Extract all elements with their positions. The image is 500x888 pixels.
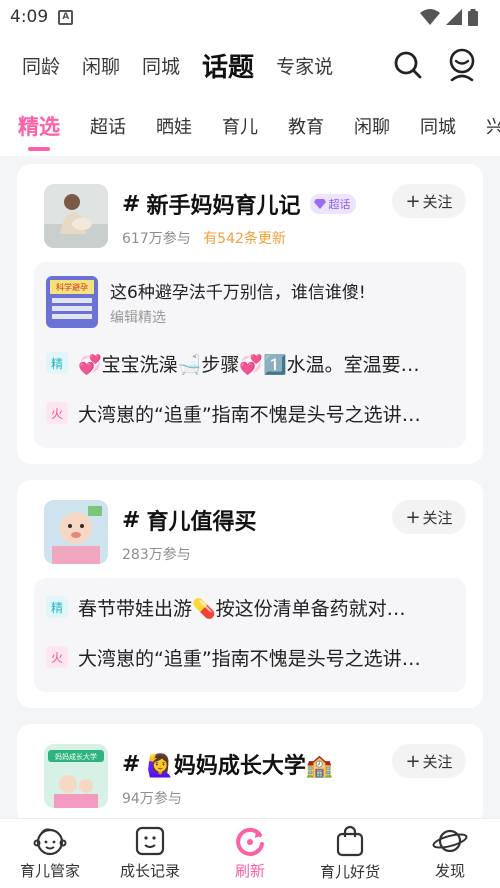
follow-label: 关注 (422, 192, 453, 211)
tab-label: 发现 (434, 862, 465, 880)
follow-button[interactable]: + 关注 (392, 500, 466, 534)
follow-label: 关注 (422, 752, 453, 771)
gem-icon (314, 199, 327, 209)
tab-xianliao[interactable]: 闲聊 (82, 52, 120, 79)
search-button[interactable] (392, 49, 424, 81)
category-shaiwa[interactable]: 晒娃 (156, 113, 192, 139)
participant-count: 617万参与 (122, 231, 191, 247)
editor-pick-label: 编辑精选 (110, 309, 166, 326)
cellular-signal-icon (446, 9, 462, 25)
profile-button[interactable] (446, 48, 478, 82)
wifi-icon (420, 9, 440, 25)
category-yuer[interactable]: 育儿 (222, 113, 258, 139)
shopping-bag-icon (336, 825, 364, 857)
plus-icon: + (405, 190, 421, 212)
follow-button[interactable]: + 关注 (392, 744, 466, 778)
tab-faxian[interactable]: 发现 (400, 819, 500, 888)
editor-pick-title: 这6种避孕法千万别信，谁信谁傻! (110, 282, 366, 303)
post-row[interactable]: 精 春节带娃出游💊按这份清单备药就对… (46, 582, 454, 632)
topic-title: 🙋‍♀️妈妈成长大学🏫 (146, 754, 334, 779)
hash-symbol: # (122, 191, 141, 217)
topic-feed: # 新手妈妈育儿记 超话 617万参与 有542条更新 + 关注 科学避孕 这6… (0, 156, 500, 824)
topic-title: 育儿值得买 (146, 510, 257, 535)
tab-label: 成长记录 (119, 862, 180, 880)
topic-card[interactable]: # 新手妈妈育儿记 超话 617万参与 有542条更新 + 关注 科学避孕 这6… (17, 164, 483, 464)
participant-count: 94万参与 (122, 791, 182, 807)
topic-thumbnail (44, 184, 108, 248)
post-row[interactable]: 火 大湾崽的“追重”指南不愧是头号之选讲… (46, 388, 454, 438)
category-tongcheng[interactable]: 同城 (420, 113, 456, 139)
category-xianliao[interactable]: 闲聊 (354, 113, 390, 139)
topic-thumbnail (44, 500, 108, 564)
post-row[interactable]: 火 大湾崽的“追重”指南不愧是头号之选讲… (46, 632, 454, 682)
editor-pick-thumbnail: 科学避孕 (46, 276, 98, 328)
post-row[interactable]: 精 💞宝宝洗澡🛁步骤💞1️⃣水温。室温要… (46, 338, 454, 388)
topic-posts: 科学避孕 这6种避孕法千万别信，谁信谁傻! 编辑精选 精 💞宝宝洗澡🛁步骤💞1️… (34, 262, 466, 448)
tab-yuer-guanjia[interactable]: 育儿管家 (0, 819, 100, 888)
refresh-icon (236, 827, 264, 856)
hot-tag: 火 (46, 402, 68, 424)
tab-tongcheng[interactable]: 同城 (142, 52, 180, 79)
post-title: 💞宝宝洗澡🛁步骤💞1️⃣水温。室温要… (78, 353, 420, 376)
topic-posts: 精 春节带娃出游💊按这份清单备药就对… 火 大湾崽的“追重”指南不愧是头号之选讲… (34, 578, 466, 692)
search-icon (394, 51, 422, 79)
topic-title: 新手妈妈育儿记 (146, 194, 301, 219)
battery-icon (468, 8, 478, 26)
tab-label: 刷新 (234, 862, 265, 880)
category-chaohua[interactable]: 超话 (90, 113, 126, 139)
thumbnail-caption: 妈妈成长大学 (55, 752, 97, 761)
editor-pick[interactable]: 科学避孕 这6种避孕法千万别信，谁信谁傻! 编辑精选 (46, 276, 454, 328)
chaohua-badge: 超话 (310, 194, 357, 214)
category-jingxuan[interactable]: 精选 (18, 111, 60, 151)
category-jiaoyu[interactable]: 教育 (288, 113, 324, 139)
baby-face-icon (33, 828, 67, 856)
featured-tag: 精 (46, 352, 68, 374)
bottom-tab-bar: 育儿管家 成长记录 刷新 育儿好货 发现 (0, 818, 500, 888)
topic-thumbnail: 妈妈成长大学 (44, 744, 108, 808)
status-time: 4:09 (10, 7, 49, 27)
top-nav: 同龄 闲聊 同城 话题 专家说 (0, 34, 500, 96)
category-xing[interactable]: 兴 (486, 113, 500, 139)
badge-label: 超话 (328, 198, 351, 211)
hash-symbol: # (122, 751, 141, 777)
post-title: 春节带娃出游💊按这份清单备药就对… (78, 597, 406, 620)
thumbnail-caption: 科学避孕 (56, 282, 88, 292)
hot-tag: 火 (46, 646, 68, 668)
profile-icon (449, 48, 475, 82)
topic-card[interactable]: # 育儿值得买 283万参与 + 关注 精 春节带娃出游💊按这份清单备药就对… … (17, 480, 483, 708)
featured-tag: 精 (46, 596, 68, 618)
tab-refresh[interactable]: 刷新 (200, 819, 300, 888)
tab-tongling[interactable]: 同龄 (22, 52, 60, 79)
update-count: 有542条更新 (203, 231, 286, 247)
follow-label: 关注 (422, 508, 453, 527)
tab-yuer-haohuo[interactable]: 育儿好货 (300, 819, 400, 888)
app-notification-icon: A (58, 9, 74, 25)
photo-icon (135, 826, 165, 856)
plus-icon: + (405, 750, 421, 772)
topic-card[interactable]: 妈妈成长大学 # 🙋‍♀️妈妈成长大学🏫 94万参与 + 关注 (17, 724, 483, 824)
planet-icon (432, 829, 468, 853)
category-nav: 精选 超话 晒娃 育儿 教育 闲聊 同城 兴 (0, 96, 500, 156)
post-title: 大湾崽的“追重”指南不愧是头号之选讲… (78, 403, 421, 426)
tab-label: 育儿好货 (319, 863, 380, 881)
tab-huati[interactable]: 话题 (202, 47, 254, 88)
tab-label: 育儿管家 (19, 862, 80, 880)
follow-button[interactable]: + 关注 (392, 184, 466, 218)
status-bar: 4:09 A (0, 0, 500, 34)
hash-symbol: # (122, 507, 141, 533)
plus-icon: + (405, 506, 421, 528)
tab-zhuanjiashuo[interactable]: 专家说 (276, 52, 333, 79)
post-title: 大湾崽的“追重”指南不愧是头号之选讲… (78, 647, 421, 670)
tab-chengzhang-jilu[interactable]: 成长记录 (100, 819, 200, 888)
participant-count: 283万参与 (122, 547, 191, 563)
